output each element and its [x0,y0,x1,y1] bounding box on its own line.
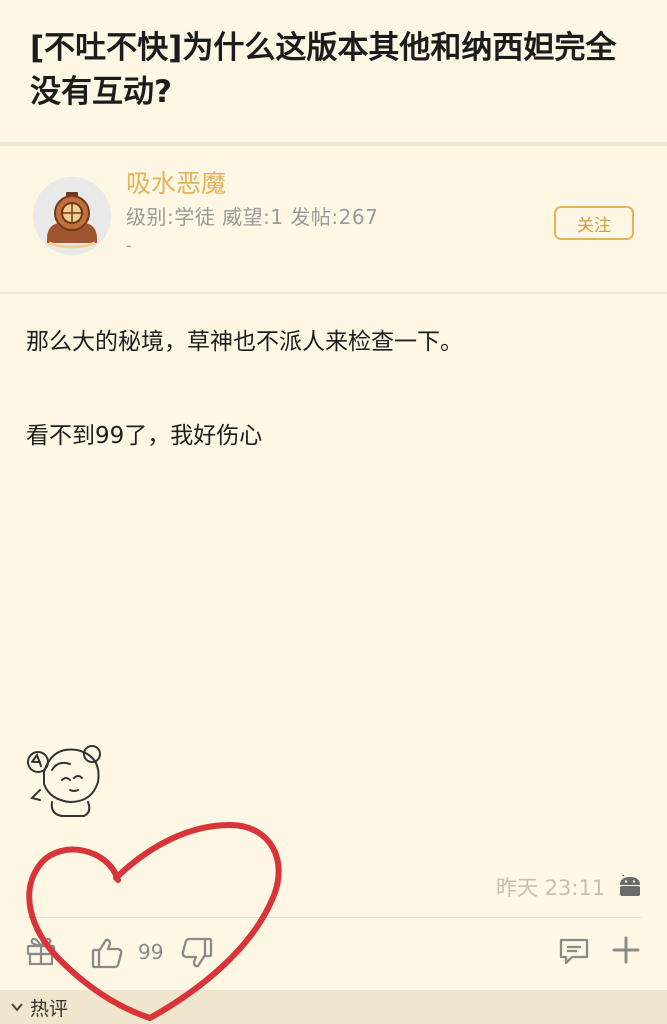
actions-divider [26,917,641,918]
author-divider [0,292,667,294]
header-divider [0,142,667,146]
diving-helmet-avatar-image [33,177,111,255]
android-icon [618,873,642,897]
thumbs-up-icon[interactable] [90,936,124,970]
author-signature: - [126,236,132,255]
post-title: [不吐不快]为什么这版本其他和纳西妲完全没有互动? [30,30,617,110]
author-stats: 级别:学徒 威望:1 发帖:267 [126,205,379,229]
follow-button[interactable]: 关注 [554,206,634,240]
post-body-line: 那么大的秘境，草神也不派人来检查一下。 [26,329,463,355]
author-name[interactable]: 吸水恶魔 [126,164,226,200]
chevron-down-icon [11,1003,23,1012]
comment-icon[interactable] [558,936,590,966]
like-count: 99 [138,940,164,964]
avatar[interactable] [33,177,111,255]
post-body: 那么大的秘境，草神也不派人来检查一下。 看不到99了，我好伤心 [26,322,646,456]
hot-comments-tab[interactable]: 热评 [0,990,667,1024]
hand-drawn-heart-annotation [26,822,282,1021]
plus-icon[interactable] [610,934,642,966]
post-timestamp: 昨天 23:11 [496,876,606,900]
hot-comments-label: 热评 [30,997,69,1020]
gift-icon[interactable] [26,934,56,966]
thumbs-down-icon[interactable] [180,936,214,970]
post-body-line: 看不到99了，我好伤心 [26,423,263,449]
cartoon-girl-sticker [22,740,112,820]
